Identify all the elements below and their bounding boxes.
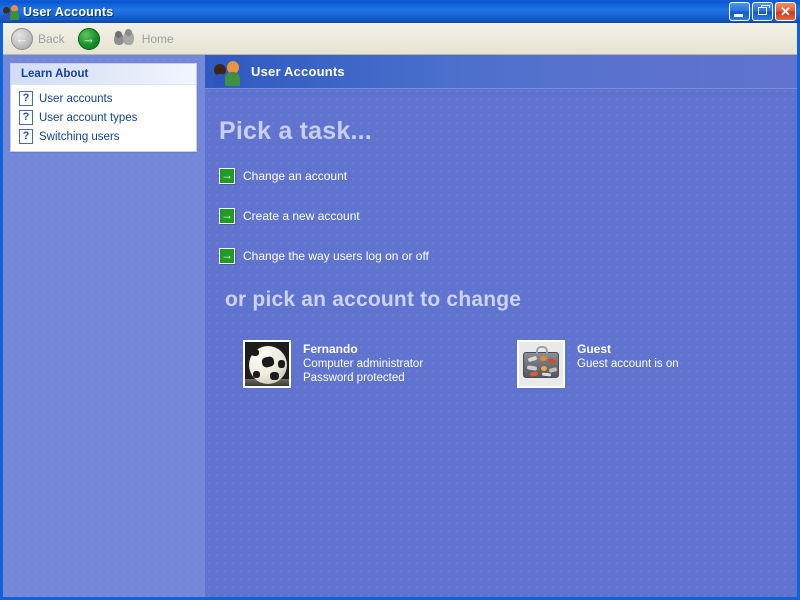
user-accounts-icon	[213, 59, 241, 87]
user-accounts-icon	[3, 4, 19, 21]
learn-about-panel-body: User accounts User account types Switchi…	[11, 85, 196, 151]
users-home-icon	[113, 28, 137, 49]
sidebar-item-user-accounts[interactable]: User accounts	[19, 91, 190, 106]
task-label: Create a new account	[243, 209, 360, 223]
window-border-left	[0, 23, 3, 600]
help-question-icon	[19, 91, 33, 106]
content-banner-title: User Accounts	[251, 64, 345, 79]
account-item-fernando[interactable]: Fernando Computer administrator Password…	[243, 340, 517, 388]
close-button[interactable]: ✕	[775, 2, 796, 21]
user-accounts-window: User Accounts ✕ ← Back → Home Learn Abou…	[0, 0, 800, 600]
content-inner: Pick a task... Change an account Create …	[205, 89, 800, 388]
sidebar-item-user-account-types[interactable]: User account types	[19, 110, 190, 125]
minimize-button[interactable]	[729, 2, 750, 21]
task-label: Change the way users log on or off	[243, 249, 429, 263]
suitcase-avatar	[517, 340, 565, 388]
account-type: Guest account is on	[577, 358, 679, 370]
account-text: Fernando Computer administrator Password…	[303, 340, 423, 385]
window-titlebar[interactable]: User Accounts ✕	[0, 0, 800, 23]
learn-about-title: Learn About	[21, 68, 89, 80]
account-name: Guest	[577, 342, 612, 356]
learn-about-panel: Learn About User accounts User account t…	[10, 63, 197, 152]
account-text: Guest Guest account is on	[577, 340, 679, 371]
window-body: Learn About User accounts User account t…	[0, 55, 800, 597]
task-change-logon-method[interactable]: Change the way users log on or off	[219, 248, 800, 264]
close-icon: ✕	[780, 4, 791, 19]
task-label: Change an account	[243, 169, 348, 183]
account-type: Computer administrator	[303, 358, 424, 370]
task-create-a-new-account[interactable]: Create a new account	[219, 208, 800, 224]
forward-button[interactable]: →	[73, 26, 105, 52]
sidebar-item-label: Switching users	[39, 130, 120, 143]
back-button[interactable]: ← Back	[6, 26, 70, 52]
help-question-icon	[19, 129, 33, 144]
restore-button[interactable]	[752, 2, 773, 21]
navigation-toolbar: ← Back → Home	[0, 23, 800, 55]
back-button-label: Back	[38, 31, 65, 46]
green-arrow-icon	[219, 248, 235, 264]
main-content: User Accounts Pick a task... Change an a…	[205, 55, 800, 597]
window-title: User Accounts	[23, 4, 114, 19]
minimize-icon	[734, 14, 743, 17]
help-question-icon	[19, 110, 33, 125]
green-arrow-icon	[219, 168, 235, 184]
pick-a-task-heading: Pick a task...	[219, 117, 372, 145]
task-change-an-account[interactable]: Change an account	[219, 168, 800, 184]
forward-arrow-icon: →	[77, 27, 100, 50]
account-status: Password protected	[303, 372, 405, 384]
home-button-label: Home	[141, 31, 174, 46]
sidebar-item-switching-users[interactable]: Switching users	[19, 129, 190, 144]
sidebar-item-label: User account types	[39, 111, 138, 124]
account-list: Fernando Computer administrator Password…	[219, 340, 800, 388]
sidebar: Learn About User accounts User account t…	[0, 55, 205, 597]
window-controls: ✕	[729, 2, 798, 21]
content-banner: User Accounts	[205, 55, 800, 89]
back-arrow-icon: ←	[11, 27, 33, 50]
home-button[interactable]: Home	[108, 26, 179, 52]
sidebar-item-label: User accounts	[39, 92, 113, 105]
restore-icon	[758, 5, 770, 15]
green-arrow-icon	[219, 208, 235, 224]
pick-account-heading: or pick an account to change	[225, 288, 522, 311]
learn-about-panel-header: Learn About	[11, 64, 196, 85]
account-name: Fernando	[303, 342, 358, 356]
soccer-ball-avatar	[243, 340, 291, 388]
account-item-guest[interactable]: Guest Guest account is on	[517, 340, 791, 388]
